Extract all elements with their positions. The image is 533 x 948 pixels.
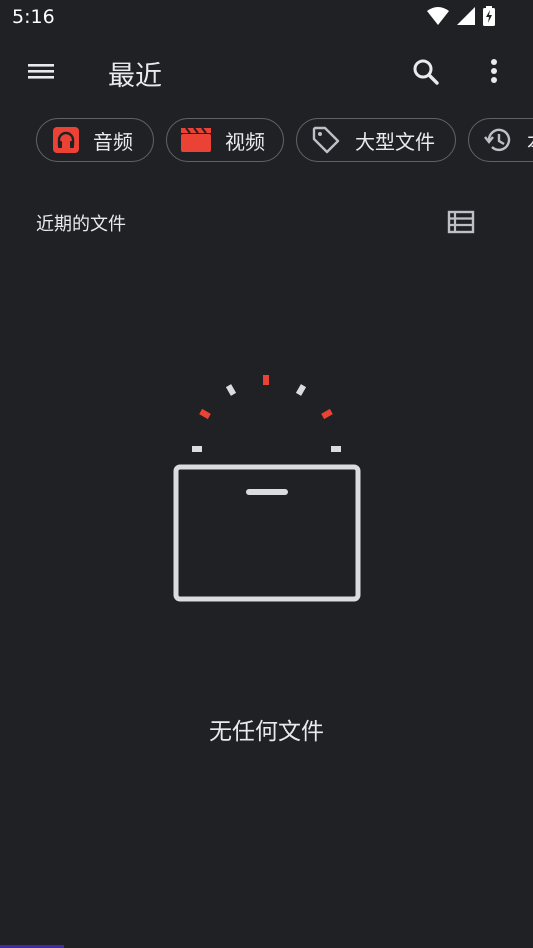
tag-icon — [312, 126, 340, 154]
status-time: 5:16 — [12, 6, 55, 28]
page-title: 最近 — [108, 61, 162, 92]
section-title: 近期的文件 — [36, 214, 126, 235]
chip-history[interactable]: 本 — [468, 118, 533, 162]
filter-chips: 音频 视频 大型文件 本 — [36, 118, 533, 166]
headphones-icon — [53, 127, 79, 153]
chip-large-files[interactable]: 大型文件 — [296, 118, 456, 162]
clapperboard-icon — [181, 128, 211, 152]
menu-icon[interactable] — [24, 56, 58, 86]
list-view-icon[interactable] — [446, 208, 476, 236]
empty-folder-illustration — [173, 375, 361, 602]
empty-state-message: 无任何文件 — [209, 719, 324, 745]
more-options-icon[interactable] — [480, 54, 508, 90]
cellular-signal-icon — [457, 7, 475, 25]
status-icons — [427, 6, 495, 26]
chip-audio-label: 音频 — [93, 129, 133, 154]
chip-audio[interactable]: 音频 — [36, 118, 154, 162]
chip-large-files-label: 大型文件 — [355, 129, 435, 154]
chip-video[interactable]: 视频 — [166, 118, 284, 162]
wifi-icon — [427, 7, 449, 25]
search-icon[interactable] — [408, 54, 444, 90]
chip-history-label: 本 — [527, 126, 533, 155]
top-app-bar: 最近 — [0, 40, 533, 104]
battery-charging-icon — [483, 6, 495, 26]
chip-video-label: 视频 — [225, 129, 265, 154]
status-bar: 5:16 — [0, 0, 533, 36]
history-icon — [484, 128, 511, 152]
